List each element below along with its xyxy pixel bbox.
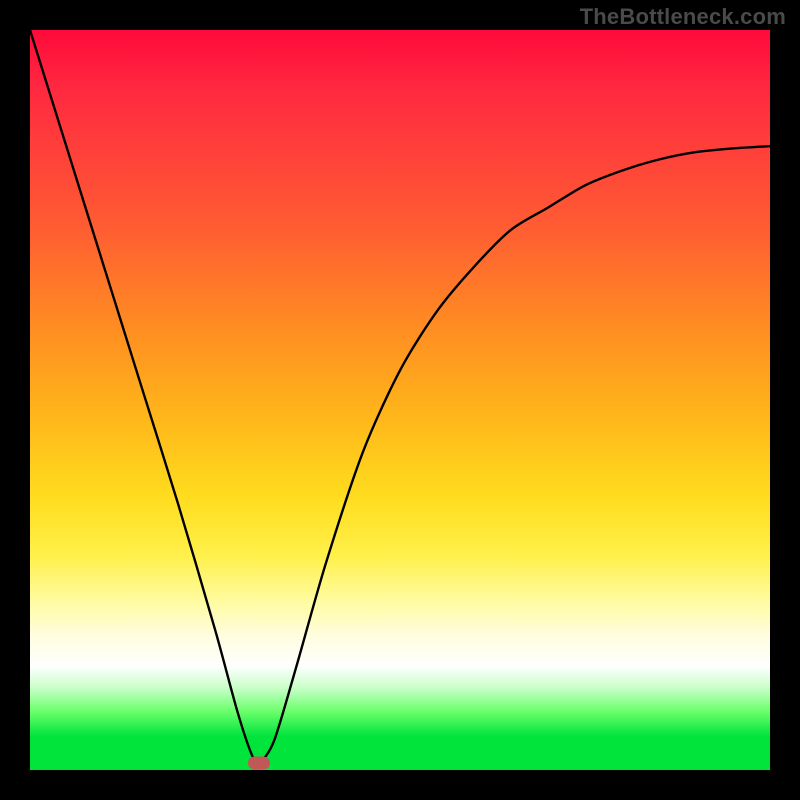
- watermark-text: TheBottleneck.com: [580, 4, 786, 30]
- chart-frame: TheBottleneck.com: [0, 0, 800, 800]
- curve-svg: [30, 30, 770, 770]
- min-marker: [248, 756, 270, 769]
- plot-area: [30, 30, 770, 770]
- bottleneck-curve: [30, 30, 770, 763]
